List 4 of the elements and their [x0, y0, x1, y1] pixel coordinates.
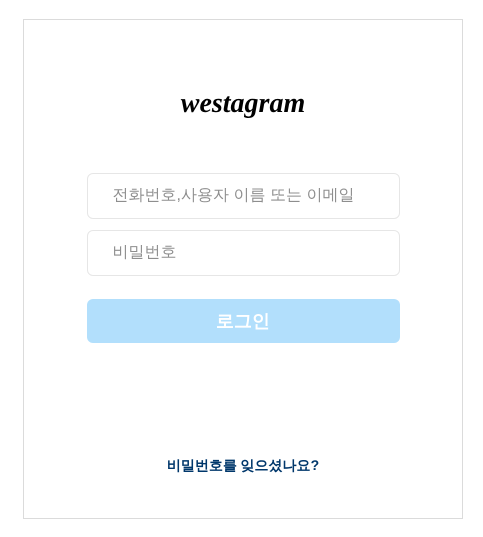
- input-field[interactable]: 전화번호,사용자 이름 또는 이메일: [86, 173, 400, 219]
- input-field[interactable]: 비밀번호: [86, 230, 400, 276]
- forgot-password-link[interactable]: 비밀번호를 잊으셨나요?: [166, 455, 320, 476]
- logo: westagram: [180, 90, 306, 118]
